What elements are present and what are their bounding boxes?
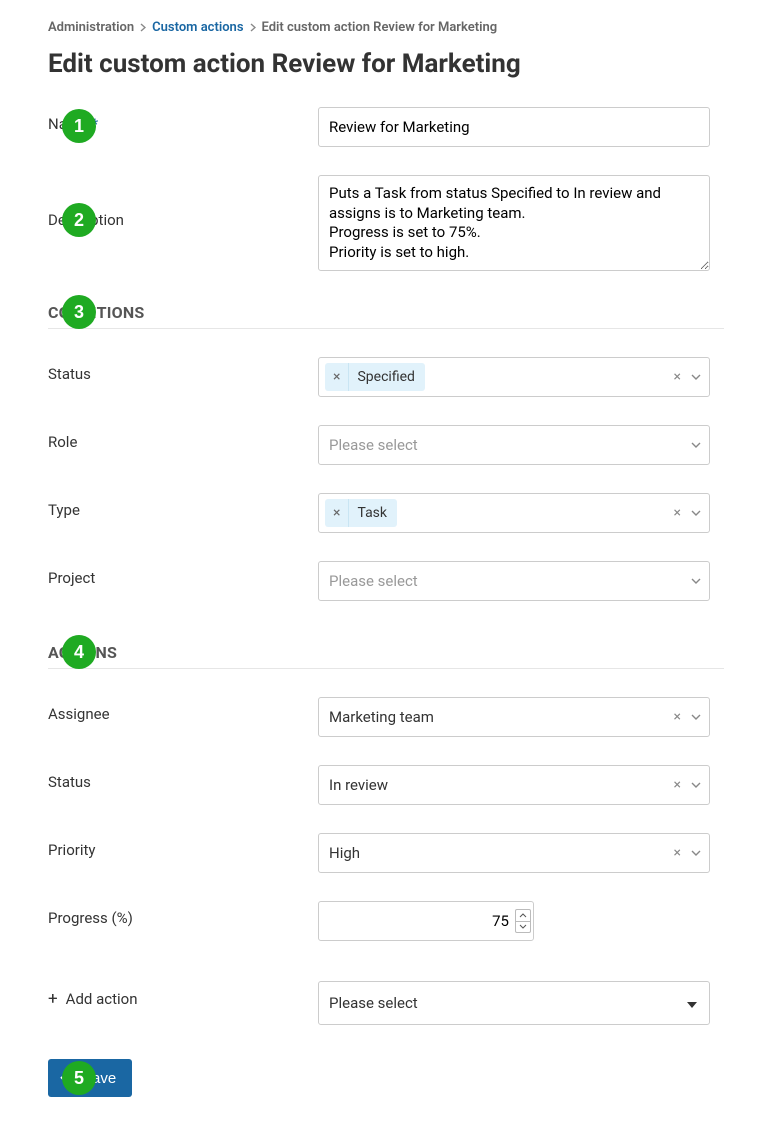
plus-icon: + xyxy=(48,989,58,1009)
remove-tag-icon[interactable]: × xyxy=(325,499,349,527)
description-field[interactable]: Puts a Task from status Specified to In … xyxy=(318,175,710,271)
act-priority-select[interactable]: High × xyxy=(318,833,710,873)
tag-specified: × Specified xyxy=(325,363,425,391)
chevron-down-icon[interactable] xyxy=(691,578,701,584)
clear-all-icon[interactable]: × xyxy=(674,505,681,521)
cond-role-select[interactable]: Please select xyxy=(318,425,710,465)
chevron-right-icon xyxy=(250,23,256,32)
label-act-assignee: Assignee xyxy=(48,705,110,723)
chevron-down-icon[interactable] xyxy=(691,510,701,516)
label-cond-type: Type xyxy=(48,501,80,519)
breadcrumb: Administration Custom actions Edit custo… xyxy=(48,20,724,43)
annotation-badge-3: 3 xyxy=(62,295,96,329)
chevron-right-icon xyxy=(140,23,146,32)
label-add-action: Add action xyxy=(66,990,138,1008)
number-spinner xyxy=(515,909,531,933)
add-action-select[interactable]: Please select xyxy=(318,981,710,1025)
clear-all-icon[interactable]: × xyxy=(674,709,681,725)
breadcrumb-custom-actions[interactable]: Custom actions xyxy=(152,20,243,35)
act-status-select[interactable]: In review × xyxy=(318,765,710,805)
step-up-icon[interactable] xyxy=(516,910,530,922)
act-assignee-select[interactable]: Marketing team × xyxy=(318,697,710,737)
section-conditions: CONDITIONS xyxy=(48,303,724,329)
tag-task: × Task xyxy=(325,499,397,527)
label-act-progress: Progress (%) xyxy=(48,909,133,927)
label-cond-role: Role xyxy=(48,433,77,451)
remove-tag-icon[interactable]: × xyxy=(325,363,349,391)
breadcrumb-current: Edit custom action Review for Marketing xyxy=(262,20,498,35)
chevron-down-icon[interactable] xyxy=(691,782,701,788)
breadcrumb-admin[interactable]: Administration xyxy=(48,20,134,35)
cond-type-select[interactable]: × Task × xyxy=(318,493,710,533)
step-down-icon[interactable] xyxy=(516,922,530,933)
label-act-priority: Priority xyxy=(48,841,95,859)
annotation-badge-2: 2 xyxy=(62,203,96,237)
label-cond-project: Project xyxy=(48,569,95,587)
chevron-down-icon[interactable] xyxy=(691,374,701,380)
chevron-down-icon[interactable] xyxy=(691,714,701,720)
progress-input[interactable] xyxy=(319,902,533,940)
section-actions: ACTIONS xyxy=(48,643,724,669)
label-act-status: Status xyxy=(48,773,91,791)
annotation-badge-5: 5 xyxy=(62,1061,96,1095)
caret-down-solid-icon xyxy=(687,994,697,1012)
cond-status-select[interactable]: × Specified × xyxy=(318,357,710,397)
chevron-down-icon[interactable] xyxy=(691,850,701,856)
clear-all-icon[interactable]: × xyxy=(674,369,681,385)
page-title: Edit custom action Review for Marketing xyxy=(48,49,724,79)
annotation-badge-4: 4 xyxy=(62,635,96,669)
label-cond-status: Status xyxy=(48,365,91,383)
cond-project-select[interactable]: Please select xyxy=(318,561,710,601)
name-field[interactable] xyxy=(318,107,710,147)
chevron-down-icon[interactable] xyxy=(691,442,701,448)
clear-all-icon[interactable]: × xyxy=(674,845,681,861)
clear-all-icon[interactable]: × xyxy=(674,777,681,793)
progress-input-wrapper xyxy=(318,901,534,941)
annotation-badge-1: 1 xyxy=(62,109,96,143)
